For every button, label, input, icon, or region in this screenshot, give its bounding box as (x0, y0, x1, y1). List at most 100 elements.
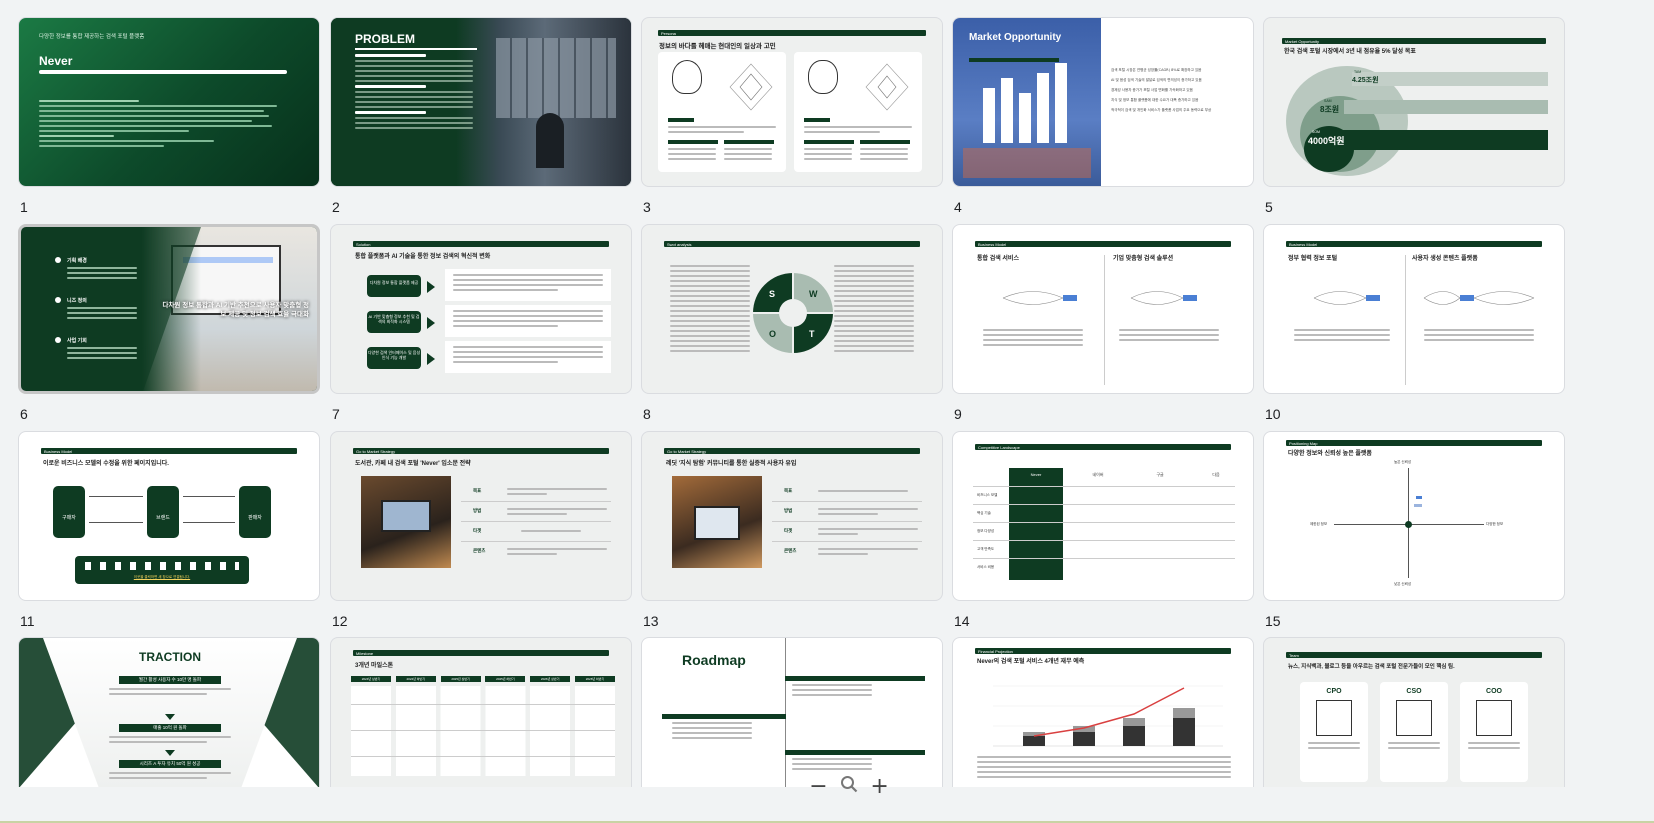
tablet-screen (694, 506, 740, 540)
slide-number-9: 9 (954, 406, 962, 422)
never-position-dot (1405, 521, 1412, 528)
slide-6-canvas: 기획 배경 니즈 정의 사업 기회 다차원 정보 통합과 AI 기반 추천으로 … (18, 224, 320, 394)
slide-5-canvas: Market Opportunity 한국 검색 포털 시장에서 3년 내 점유… (1263, 17, 1565, 187)
slide-18-canvas: Roadmap (641, 637, 943, 787)
zoom-out-button[interactable]: − (809, 774, 827, 799)
slide-2-title: PROBLEM (355, 32, 415, 46)
slide-2-photo (456, 18, 631, 186)
section-title-1: 기획 배경 (67, 258, 87, 264)
slide-20-canvas: Team 뉴스, 지식백과, 블로그 등을 아우르는 검색 포털 전문가들이 모… (1263, 637, 1565, 787)
slide-13-canvas: Go to Market Strategy 레딧 '지식 탐험' 커뮤니티를 통… (641, 431, 943, 601)
tam-value: 4.25조원 (1352, 77, 1379, 84)
slide-12-table: 목표 방법 타겟 콘텐츠 (461, 482, 611, 562)
slide-3-header-bar: Persona (658, 30, 926, 36)
slide-19-canvas: Financial Projection Never의 검색 포털 서비스 4개… (952, 637, 1254, 787)
slide-11-header-bar: Business Model (41, 448, 297, 454)
slide-10-col2-title: 사용자 생성 콘텐츠 플랫폼 (1412, 256, 1478, 262)
node-seller: 판매자 (239, 486, 271, 538)
competitor-table: 비즈니스 모델 핵심 기술 정보 다양성 고객 만족도 서비스 비용 (973, 486, 1235, 576)
slide-2-body-text (355, 54, 473, 132)
section-marker-1 (55, 257, 61, 263)
new-window-link[interactable]: 이곳을 클릭하면 새 창으로 연결됩니다. (75, 575, 249, 580)
slide-17-title: 3개년 마일스톤 (355, 663, 394, 669)
persona-2-illustration (808, 60, 838, 94)
slide-number-14: 14 (954, 613, 970, 629)
roadmap-axis (785, 638, 786, 787)
slide-15-title: 다양한 정보와 신뢰성 높은 플랫폼 (1288, 451, 1372, 457)
competitor-position-dot (1416, 496, 1422, 499)
traction-item-2: 매출 10억 원 돌파 (119, 724, 221, 732)
slide-number-8: 8 (643, 406, 651, 422)
slide-13-header-bar: Go to Market Strategy (664, 448, 920, 454)
persona-card-2 (794, 52, 922, 172)
slide-14-canvas: Competitive Landscape Never 네이버 구글 다음 비즈… (952, 431, 1254, 601)
zoom-controls: − + (803, 768, 895, 804)
slide-number-2: 2 (332, 199, 340, 215)
slide-grid: 다양한 정보를 통합 제공하는 검색 포털 플랫폼 Never 1 PROBLE… (0, 0, 1654, 823)
team-card-cpo: CPO (1300, 682, 1368, 782)
zoom-icon[interactable] (840, 774, 858, 799)
team-card-coo: COO (1460, 682, 1528, 782)
persona-1-illustration (672, 60, 702, 94)
slide-9-col1-title: 통합 검색 서비스 (977, 256, 1019, 262)
flow-diagram-3 (1313, 291, 1380, 305)
som-value: 4000억원 (1308, 136, 1345, 146)
arrow-icon (427, 353, 435, 365)
solution-box-3: 다양한 검색 인터페이스 및 음성 인식 기능 개발 (367, 347, 421, 369)
slide-15-header-bar: Positioning Map (1286, 440, 1542, 446)
slide-1-body-text (39, 100, 289, 150)
team-card-cso: CSO (1380, 682, 1448, 782)
slide-7-title: 통합 플랫폼과 AI 기술을 통한 정보 검색의 혁신적 변화 (355, 254, 491, 260)
slide-18-title: Roadmap (682, 652, 746, 668)
slide-5-header-bar: Market Opportunity (1282, 38, 1546, 44)
slide-16-title: TRACTION (139, 650, 201, 664)
slide-17-header-bar: Milestone (353, 650, 609, 656)
avatar (1316, 700, 1352, 736)
slide-4-illustration (953, 18, 1101, 186)
swot-o: O (769, 329, 776, 339)
slide-8-canvas: Swot analysis S W O T (641, 224, 943, 394)
traction-item-3: 시리즈 A 투자 유치 50억 원 성공 (119, 760, 221, 768)
flow-diagram-2 (1130, 291, 1197, 305)
flow-diagram-4 (1423, 291, 1535, 305)
slide-number-7: 7 (332, 406, 340, 422)
slide-11-title: 이로운 비즈니스 모델의 수정을 위한 페이지입니다. (43, 461, 169, 467)
financial-chart (993, 685, 1223, 747)
slide-9-header-bar: Business Model (975, 241, 1231, 247)
section-marker-2 (55, 297, 61, 303)
node-buyer: 구매자 (53, 486, 85, 538)
section-title-3: 사업 기회 (67, 338, 87, 344)
sam-value: 8조원 (1320, 105, 1340, 114)
avatar (1476, 700, 1512, 736)
swot-t: T (809, 329, 815, 339)
slide-7-canvas: Solution 통합 플랫폼과 AI 기술을 통한 정보 검색의 혁신적 변화… (330, 224, 632, 394)
slide-20-title: 뉴스, 지식백과, 블로그 등을 아우르는 검색 포털 전문가들이 모인 핵심 … (1288, 664, 1455, 670)
slide-19-header-bar: Financial Projection (975, 648, 1231, 654)
slide-20-header-bar: Team (1286, 652, 1542, 658)
section-title-2: 니즈 정의 (67, 298, 87, 304)
zoom-in-button[interactable]: + (870, 774, 888, 799)
slide-9-col2-title: 기업 맞춤형 검색 솔루션 (1113, 256, 1174, 262)
slide-1-canvas: 다양한 정보를 통합 제공하는 검색 포털 플랫폼 Never (18, 17, 320, 187)
swot-chart: S W O T (753, 273, 833, 353)
slide-number-4: 4 (954, 199, 962, 215)
laptop-screen (381, 500, 431, 532)
milestone-columns: 2024년 상반기 2024년 하반기 2025년 상반기 2025년 하반기 … (351, 676, 615, 682)
slide-3-title: 정보의 바다를 헤매는 현대인의 일상과 고민 (659, 43, 776, 50)
slide-number-10: 10 (1265, 406, 1281, 422)
slide-1-subtitle: 다양한 정보를 통합 제공하는 검색 포털 플랫폼 (39, 34, 145, 40)
slide-number-3: 3 (643, 199, 651, 215)
solution-box-1: 다차원 정보 통합 플랫폼 제공 (367, 275, 421, 297)
persona-1-radar (729, 63, 773, 111)
slide-8-header-bar: Swot analysis (664, 241, 920, 247)
slide-4-bullet-list: 검색 포털 시장은 연평균 성장률(CAGR) 8%로 확장하고 있음 AI 및… (1111, 68, 1212, 112)
node-brand: 브랜드 (147, 486, 179, 538)
slide-7-header-bar: Solution (353, 241, 609, 247)
arrow-icon (427, 317, 435, 329)
persona-2-radar (865, 63, 909, 111)
slide-2-canvas: PROBLEM (330, 17, 632, 187)
slide-10-canvas: Business Model 정부 협력 정보 포털 사용자 생성 콘텐츠 플랫… (1263, 224, 1565, 394)
slide-10-col1-title: 정부 협력 정보 포털 (1288, 256, 1338, 262)
slide-12-canvas: Go to Market Strategy 도서관, 카페 내 검색 포털 'N… (330, 431, 632, 601)
slide-12-photo (361, 476, 451, 568)
